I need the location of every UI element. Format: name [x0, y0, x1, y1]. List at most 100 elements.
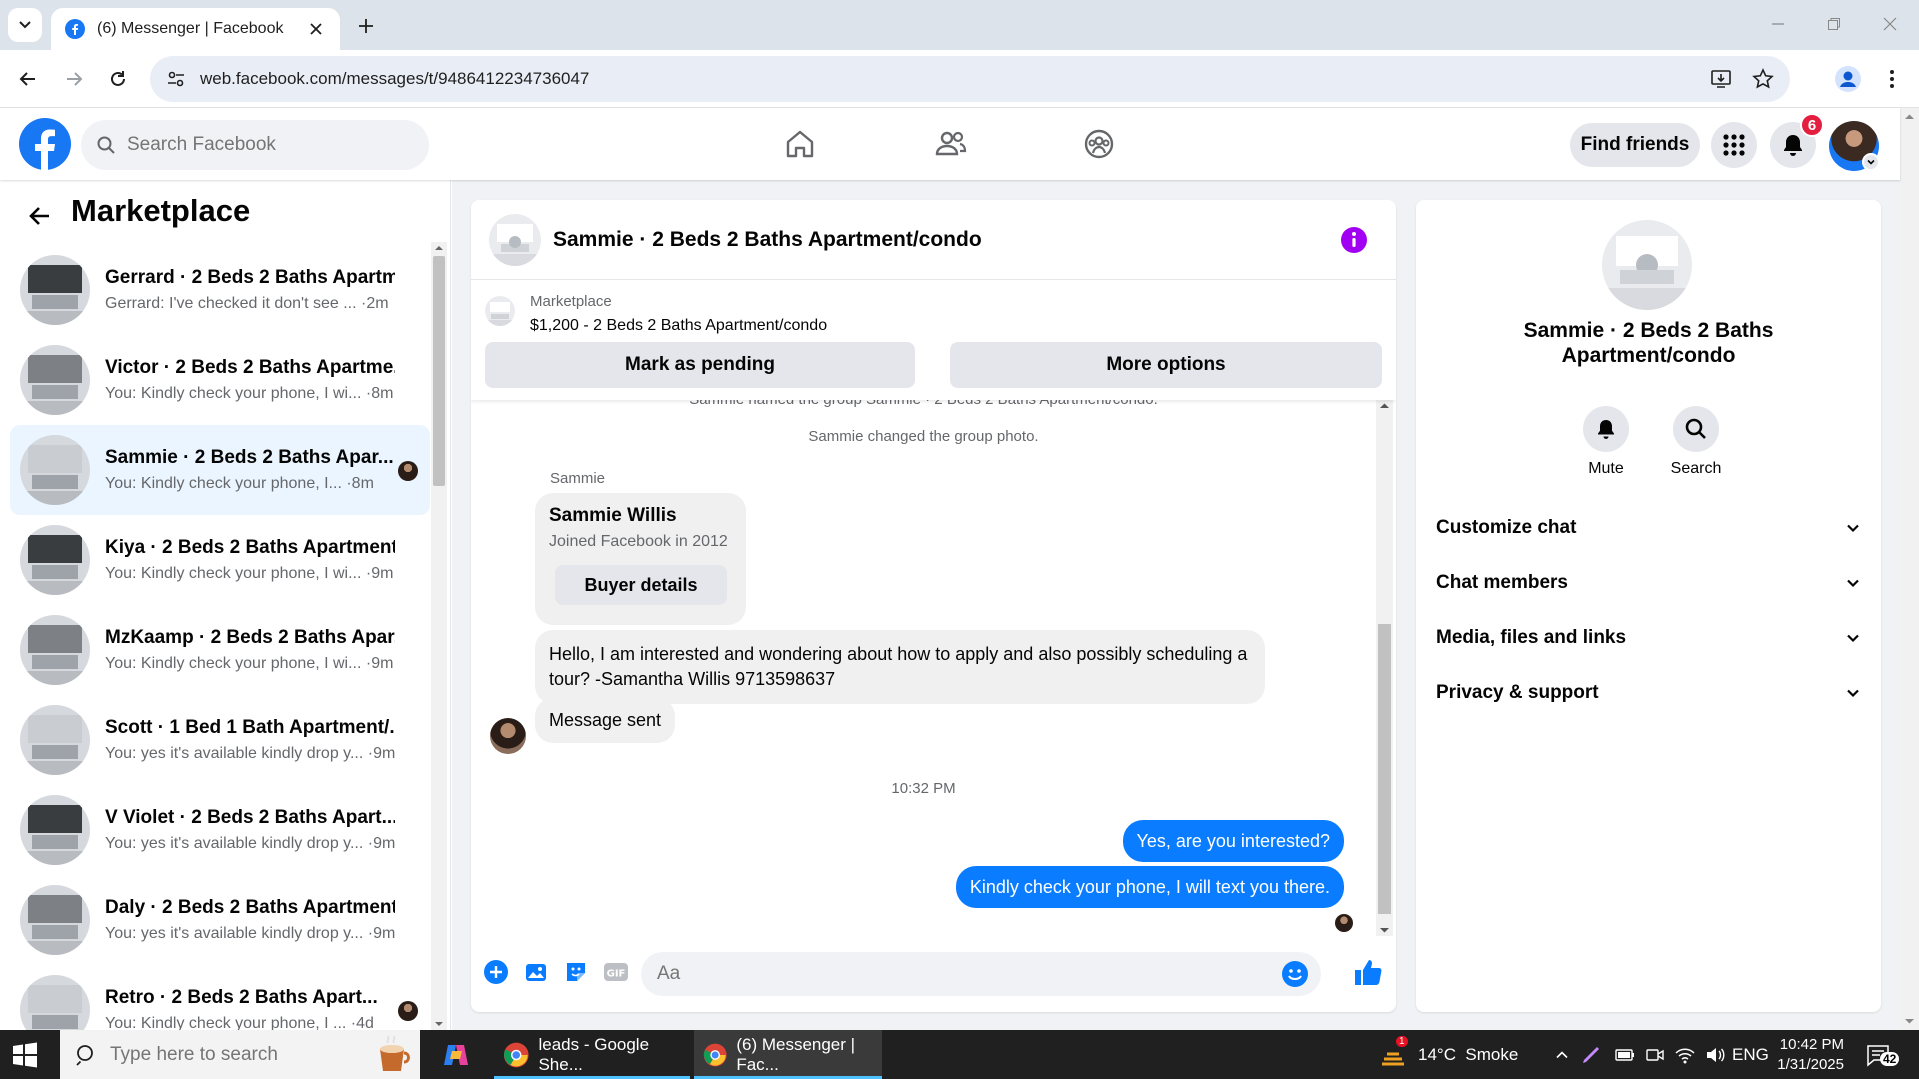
- page-scrollbar[interactable]: [1900, 108, 1919, 1030]
- scrollbar-thumb[interactable]: [1378, 624, 1391, 914]
- meet-now-icon[interactable]: [1644, 1044, 1666, 1066]
- apartment-photo-icon: [20, 885, 90, 955]
- search-action[interactable]: Search: [1656, 406, 1736, 478]
- conversation-item[interactable]: Victor · 2 Beds 2 Baths Apartme... You: K…: [10, 335, 430, 425]
- chat-title[interactable]: Sammie · 2 Beds 2 Baths Apartment/condo: [553, 228, 982, 252]
- account-caret[interactable]: [1862, 153, 1880, 171]
- conversation-item[interactable]: Scott · 1 Bed 1 Bath Apartment/... You: y…: [10, 695, 430, 785]
- scroll-up-arrow-icon[interactable]: [1900, 110, 1919, 124]
- windows-start-icon[interactable]: [12, 1042, 38, 1068]
- taskbar-app-messenger[interactable]: (6) Messenger | Fac...: [694, 1030, 882, 1079]
- buyer-details-button[interactable]: Buyer details: [555, 565, 727, 605]
- scroll-down-arrow-icon[interactable]: [1900, 1014, 1919, 1028]
- scroll-down-arrow-icon[interactable]: [1376, 924, 1393, 936]
- outgoing-message[interactable]: Kindly check your phone, I will text you…: [955, 866, 1344, 908]
- mute-button[interactable]: [1583, 406, 1629, 452]
- media-files-links-row[interactable]: Media, files and links: [1436, 616, 1861, 660]
- buyer-profile-card: Sammie Willis Joined Facebook in 2012 Bu…: [535, 493, 746, 625]
- conversation-item[interactable]: Daly · 2 Beds 2 Baths Apartment... You: y…: [10, 875, 430, 965]
- message-input[interactable]: [657, 963, 1281, 985]
- bookmark-button[interactable]: [1748, 64, 1778, 94]
- forward-button[interactable]: [60, 65, 88, 93]
- emoji-icon[interactable]: [1281, 960, 1309, 988]
- clock[interactable]: 10:42 PM 1/31/2025: [1777, 1030, 1844, 1079]
- menu-button[interactable]: [1711, 122, 1757, 168]
- more-options-button[interactable]: More options: [950, 342, 1382, 388]
- attach-photo-button[interactable]: [521, 957, 551, 987]
- group-photo[interactable]: [489, 213, 541, 266]
- groups-nav-button[interactable]: [1075, 120, 1123, 168]
- browser-toolbar: [0, 50, 1919, 108]
- thumbs-up-icon[interactable]: [1352, 956, 1384, 988]
- minimize-button[interactable]: [1766, 12, 1790, 36]
- wifi-icon[interactable]: [1674, 1044, 1696, 1066]
- mark-as-pending-button[interactable]: Mark as pending: [485, 342, 915, 388]
- incoming-message[interactable]: Message sent: [535, 698, 676, 743]
- conversation-item[interactable]: Retro · 2 Beds 2 Baths Apart... You: Kind…: [10, 965, 430, 1030]
- site-info-button[interactable]: [156, 59, 196, 99]
- close-window-button[interactable]: [1878, 12, 1902, 36]
- listing-price[interactable]: $1,200 - 2 Beds 2 Baths Apartment/condo: [530, 317, 827, 335]
- incoming-message[interactable]: Hello, I am interested and wondering abo…: [535, 630, 1265, 704]
- chrome-icon: [503, 1042, 529, 1067]
- section-label: Media, files and links: [1436, 627, 1627, 648]
- back-button[interactable]: [14, 65, 42, 93]
- listing-thumbnail[interactable]: [485, 296, 515, 326]
- taskbar-search-input[interactable]: [110, 1043, 360, 1066]
- browser-tab-active[interactable]: (6) Messenger | Facebook: [51, 8, 340, 50]
- volume-icon[interactable]: [1704, 1044, 1726, 1066]
- show-hidden-icons-button[interactable]: [1550, 1030, 1574, 1079]
- weather-widget[interactable]: 1 14°C Smoke: [1378, 1030, 1518, 1079]
- browser-menu-button[interactable]: [1878, 65, 1906, 93]
- conversation-item[interactable]: Kiya · 2 Beds 2 Baths Apartment... You: K…: [10, 515, 430, 605]
- copilot-taskbar-button[interactable]: [436, 1030, 476, 1079]
- find-friends-button[interactable]: Find friends: [1570, 123, 1700, 167]
- tab-close-button[interactable]: [306, 19, 326, 39]
- scrollbar-thumb[interactable]: [433, 256, 445, 486]
- sticker-button[interactable]: [561, 957, 591, 987]
- conversation-item[interactable]: MzKaamp · 2 Beds 2 Baths Apar... You: Kin…: [10, 605, 430, 695]
- gif-button[interactable]: GIF: [601, 957, 631, 987]
- restore-button[interactable]: [1822, 12, 1846, 36]
- battery-icon[interactable]: [1614, 1044, 1636, 1066]
- scroll-down-arrow-icon[interactable]: [431, 1018, 447, 1030]
- outgoing-message[interactable]: Yes, are you interested?: [1122, 820, 1344, 862]
- pen-icon[interactable]: [1580, 1044, 1602, 1066]
- tab-search-button[interactable]: [8, 8, 42, 42]
- reload-button[interactable]: [104, 65, 132, 93]
- search-in-chat-button[interactable]: [1673, 406, 1719, 452]
- friends-nav-button[interactable]: [927, 120, 975, 168]
- conversation-item[interactable]: Sammie · 2 Beds 2 Baths Apar... You: Kind…: [10, 425, 430, 515]
- new-tab-button[interactable]: [354, 14, 378, 38]
- back-button[interactable]: [24, 200, 56, 232]
- conversation-list-scrollbar[interactable]: [431, 242, 447, 1030]
- scroll-up-arrow-icon[interactable]: [431, 242, 447, 254]
- notification-center-button[interactable]: 42: [1866, 1030, 1900, 1079]
- marketplace-chats-panel: Marketplace Gerrard · 2 Beds 2 Baths Apa…: [0, 180, 451, 1030]
- address-bar[interactable]: [150, 56, 1790, 102]
- home-nav-button[interactable]: [776, 120, 824, 168]
- facebook-search-box[interactable]: [81, 120, 429, 170]
- more-actions-button[interactable]: [481, 957, 511, 987]
- group-photo-large[interactable]: [1602, 220, 1692, 310]
- chat-members-row[interactable]: Chat members: [1436, 561, 1861, 605]
- language-indicator[interactable]: ENG: [1732, 1030, 1769, 1079]
- privacy-support-row[interactable]: Privacy & support: [1436, 671, 1861, 715]
- install-app-button[interactable]: [1706, 64, 1736, 94]
- message-input-box[interactable]: [641, 952, 1321, 996]
- conversation-item[interactable]: Gerrard · 2 Beds 2 Baths Apartm... Gerrar…: [10, 245, 430, 335]
- thread-scrollbar[interactable]: [1376, 400, 1393, 936]
- sender-avatar[interactable]: [490, 718, 526, 754]
- facebook-logo-icon[interactable]: [19, 118, 71, 170]
- taskbar-search-box[interactable]: [60, 1030, 420, 1079]
- url-input[interactable]: [200, 69, 1706, 89]
- facebook-search-input[interactable]: [127, 134, 407, 156]
- customize-chat-row[interactable]: Customize chat: [1436, 506, 1861, 550]
- info-icon[interactable]: [1340, 226, 1368, 254]
- mute-action[interactable]: Mute: [1566, 406, 1646, 478]
- clock-time: 10:42 PM: [1779, 1035, 1844, 1053]
- taskbar-app-sheets[interactable]: leads - Google She...: [494, 1030, 690, 1079]
- scroll-up-arrow-icon[interactable]: [1376, 400, 1393, 412]
- profile-button[interactable]: [1834, 65, 1862, 93]
- conversation-item[interactable]: V Violet · 2 Beds 2 Baths Apart... You: y…: [10, 785, 430, 875]
